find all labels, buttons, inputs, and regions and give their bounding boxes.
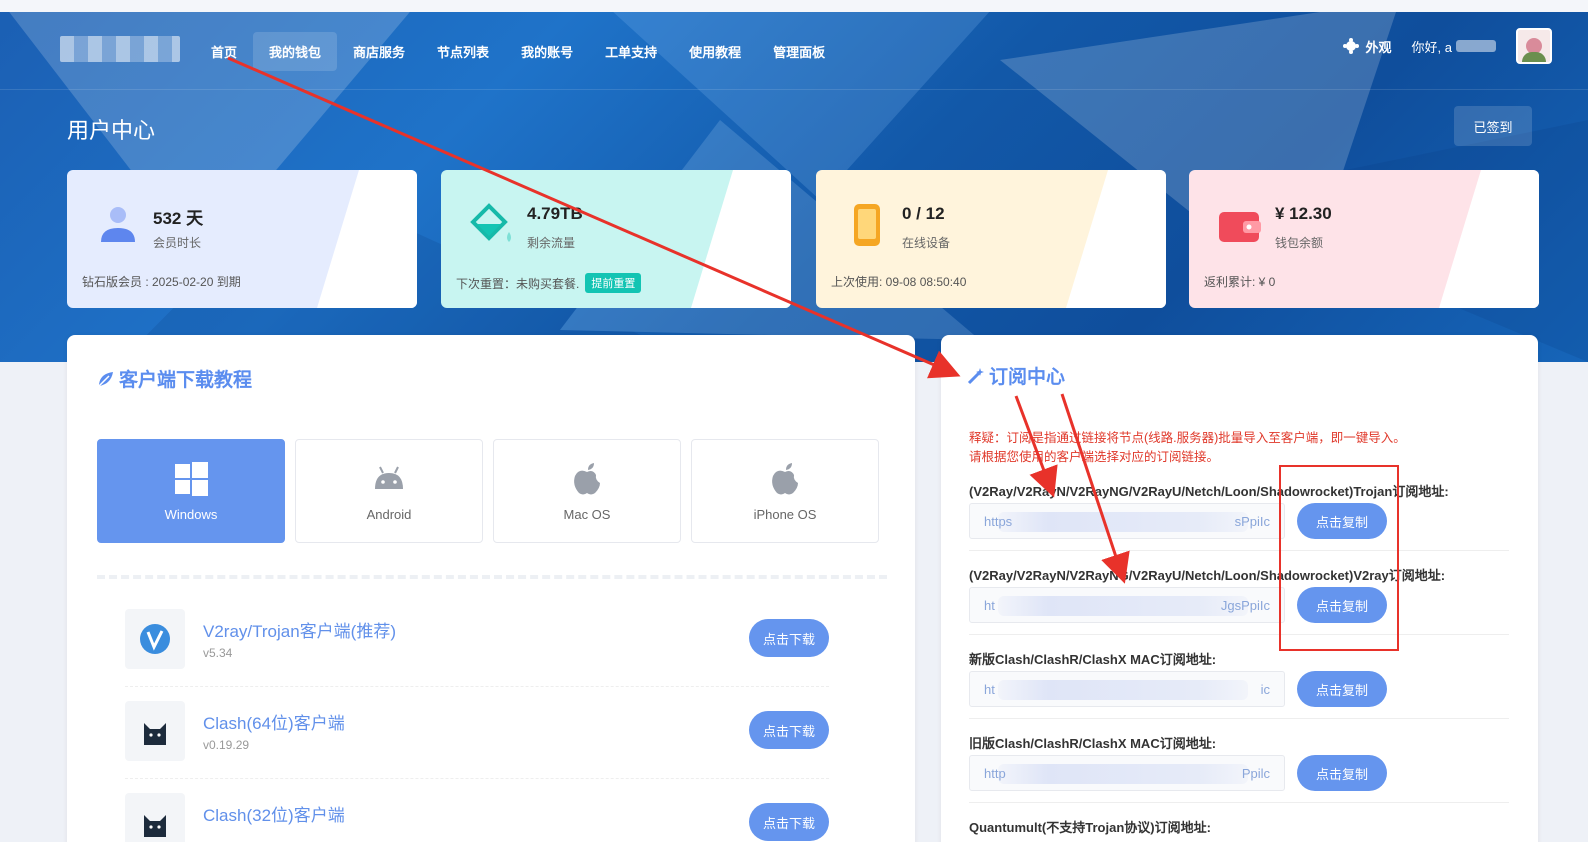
avatar[interactable]	[1516, 28, 1552, 64]
subscription-url-input[interactable]: ht ic	[969, 671, 1285, 707]
divider	[969, 718, 1509, 719]
stat-card-membership: 532 天 会员时长 钻石版会员 : 2025-02-20 到期	[67, 170, 417, 308]
divider	[969, 634, 1509, 635]
traffic-label: 剩余流量	[527, 236, 576, 250]
nav-tickets[interactable]: 工单支持	[589, 32, 673, 71]
last-used: 上次使用: 09-08 08:50:40	[831, 275, 967, 289]
divider	[97, 575, 887, 579]
stat-card-traffic: 4.79TB 剩余流量 下次重置：未购买套餐. 提前重置	[441, 170, 791, 308]
divider	[969, 802, 1509, 803]
magic-wand-icon	[967, 367, 984, 384]
download-button[interactable]: 点击下载	[749, 803, 829, 841]
list-item: Clash(32位)客户端 点击下载	[125, 779, 829, 842]
leaf-icon	[98, 371, 113, 387]
subscription-item: (V2Ray/V2RayN/V2RayNG/V2RayU/Netch/Loon/…	[969, 481, 1509, 539]
membership-days: 532 天	[153, 209, 204, 228]
page-title: 用户中心	[67, 118, 156, 143]
download-button[interactable]: 点击下载	[749, 711, 829, 749]
user-greeting[interactable]: 你好, a	[1412, 37, 1496, 56]
subscription-url-input[interactable]: http Ppilc	[969, 755, 1285, 791]
nav-wallet[interactable]: 我的钱包	[253, 32, 338, 71]
windows-icon	[175, 461, 208, 496]
phone-icon	[854, 204, 880, 246]
bucket-icon	[470, 203, 511, 242]
main-nav: 首页 我的钱包 商店服务 节点列表 我的账号 工单支持 使用教程 管理面板	[195, 32, 841, 71]
nav-account[interactable]: 我的账号	[505, 32, 589, 71]
nav-right: 外观 你好, a	[1342, 28, 1552, 64]
apple-icon	[574, 462, 600, 494]
subscription-item: (V2Ray/V2RayN/V2RayNG/V2RayU/Netch/Loon/…	[969, 565, 1509, 623]
subscription-url-input[interactable]: ht JgsPpiIc	[969, 587, 1285, 623]
tab-macos[interactable]: Mac OS	[493, 439, 681, 543]
v2ray-logo	[125, 609, 185, 669]
clash-logo	[125, 701, 185, 761]
devices-label: 在线设备	[902, 236, 951, 250]
subscription-item: 新版Clash/ClashR/ClashX MAC订阅地址: ht ic 点击复…	[969, 649, 1509, 707]
reset-early-badge[interactable]: 提前重置	[585, 273, 642, 293]
subscribe-panel: 订阅中心 释疑：订阅是指通过链接将节点(线路.服务器)批量导入至客户端，即一键导…	[941, 335, 1538, 842]
membership-expiry: 钻石版会员 : 2025-02-20 到期	[82, 275, 241, 289]
subscription-item: 旧版Clash/ClashR/ClashX MAC订阅地址: http Ppil…	[969, 733, 1509, 791]
stat-card-devices: 0 / 12 在线设备 上次使用: 09-08 08:50:40	[816, 170, 1166, 308]
list-item: Clash(64位)客户端 v0.19.29 点击下载	[125, 687, 829, 779]
app-version: v5.34	[203, 646, 233, 660]
membership-label: 会员时长	[153, 236, 202, 250]
os-tabs: Windows Android Mac OS iPhone OS	[97, 439, 879, 543]
download-panel: 客户端下载教程 Windows Android Mac OS iPhone OS…	[67, 335, 915, 842]
clash-logo	[125, 793, 185, 842]
navbar: 首页 我的钱包 商店服务 节点列表 我的账号 工单支持 使用教程 管理面板 外观…	[0, 12, 1588, 90]
username-blurred	[1456, 40, 1496, 52]
subscription-url-input[interactable]: https sPpiIc	[969, 503, 1285, 539]
subscription-label: 旧版Clash/ClashR/ClashX MAC订阅地址:	[969, 736, 1217, 751]
tab-windows[interactable]: Windows	[97, 439, 285, 543]
subscription-label: Quantumult(不支持Trojan协议)订阅地址:	[969, 820, 1211, 835]
app-name[interactable]: Clash(64位)客户端	[203, 709, 345, 734]
subscribe-title: 订阅中心	[967, 362, 1065, 389]
app-name[interactable]: V2ray/Trojan客户端(推荐)	[203, 617, 396, 642]
v2ray-icon	[140, 624, 170, 654]
theme-label: 外观	[1365, 39, 1392, 55]
stat-card-wallet: ¥ 12.30 钱包余额 返利累计: ¥ 0	[1189, 170, 1539, 308]
theme-toggle[interactable]: 外观	[1342, 37, 1392, 56]
nav-tutorial[interactable]: 使用教程	[673, 32, 757, 71]
online-devices: 0 / 12	[902, 204, 945, 223]
wallet-balance: ¥ 12.30	[1275, 204, 1332, 223]
nav-shop[interactable]: 商店服务	[337, 32, 421, 71]
download-button[interactable]: 点击下载	[749, 619, 829, 657]
site-logo[interactable]	[60, 36, 180, 62]
annotation-box	[1279, 465, 1399, 651]
checkin-button[interactable]: 已签到	[1454, 106, 1532, 146]
wallet-label: 钱包余额	[1275, 236, 1324, 250]
subscription-label: (V2Ray/V2RayN/V2RayNG/V2RayU/Netch/Loon/…	[969, 568, 1446, 583]
traffic-reset: 下次重置：未购买套餐. 提前重置	[456, 273, 642, 293]
apple-icon	[772, 462, 798, 494]
list-item: V2ray/Trojan客户端(推荐) v5.34 点击下载	[125, 595, 829, 687]
rebate-total: 返利累计: ¥ 0	[1204, 275, 1276, 289]
wallet-icon	[1219, 212, 1261, 242]
tab-iphoneos[interactable]: iPhone OS	[691, 439, 879, 543]
copy-button[interactable]: 点击复制	[1297, 671, 1387, 707]
divider	[969, 550, 1509, 551]
top-strip	[0, 0, 1588, 12]
user-icon	[101, 207, 135, 242]
subscribe-notice: 释疑：订阅是指通过链接将节点(线路.服务器)批量导入至客户端，即一键导入。 请根…	[969, 431, 1406, 464]
nav-nodes[interactable]: 节点列表	[421, 32, 505, 71]
subscription-label: (V2Ray/V2RayN/V2RayNG/V2RayU/Netch/Loon/…	[969, 484, 1449, 499]
cat-icon	[144, 723, 166, 745]
cat-icon	[144, 815, 166, 837]
nav-admin[interactable]: 管理面板	[757, 32, 841, 71]
greeting-text: 你好, a	[1411, 39, 1452, 55]
copy-button[interactable]: 点击复制	[1297, 755, 1387, 791]
android-icon	[375, 466, 403, 489]
subscription-label: 新版Clash/ClashR/ClashX MAC订阅地址:	[969, 652, 1217, 667]
sun-icon	[1342, 37, 1360, 55]
subscription-item: Quantumult(不支持Trojan协议)订阅地址:	[969, 817, 1509, 836]
tab-android[interactable]: Android	[295, 439, 483, 543]
traffic-remaining: 4.79TB	[527, 204, 583, 223]
download-title: 客户端下载教程	[97, 365, 252, 392]
app-name[interactable]: Clash(32位)客户端	[203, 801, 345, 826]
app-version: v0.19.29	[203, 738, 250, 752]
nav-home[interactable]: 首页	[195, 32, 253, 71]
